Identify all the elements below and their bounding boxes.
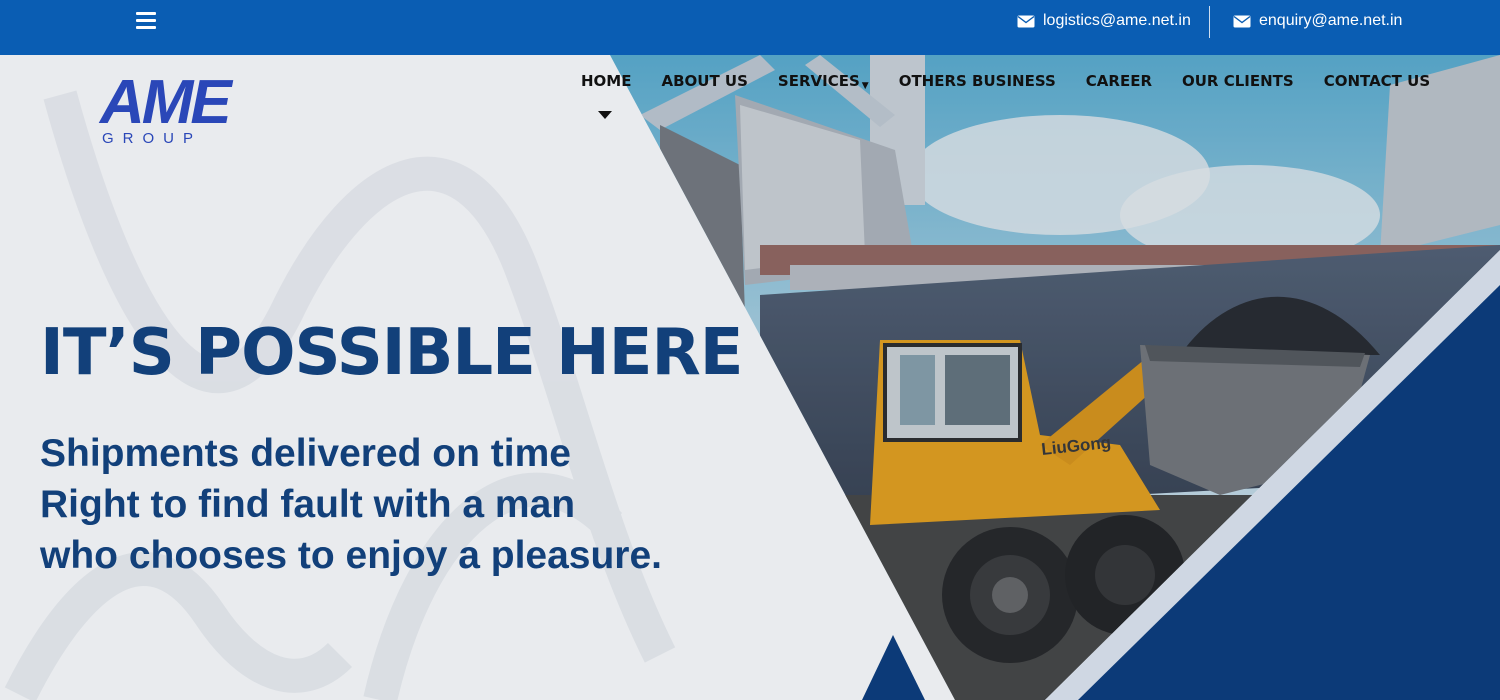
- contact-email-label[interactable]: logistics@ame.net.in: [1043, 12, 1191, 30]
- envelope-icon: [1233, 15, 1251, 27]
- ame-group-logo[interactable]: AME GROUP: [100, 68, 232, 147]
- main-navigation: HOME ABOUT US SERVICES ▼ OTHERS BUSINESS …: [581, 72, 1430, 91]
- chevron-down-icon: ▼: [861, 81, 869, 91]
- nav-others-business[interactable]: OTHERS BUSINESS: [899, 72, 1056, 91]
- caret-down-icon: [598, 111, 612, 119]
- nav-career[interactable]: CAREER: [1086, 72, 1152, 91]
- contact-email-enquiry[interactable]: enquiry@ame.net.in: [1233, 12, 1402, 30]
- top-bar: logistics@ame.net.in enquiry@ame.net.in: [0, 0, 1500, 55]
- contact-email-logistics[interactable]: logistics@ame.net.in: [1017, 12, 1191, 30]
- hero-line: who chooses to enjoy a pleasure.: [40, 534, 663, 577]
- hamburger-icon[interactable]: [136, 12, 156, 30]
- nav-our-clients[interactable]: OUR CLIENTS: [1182, 72, 1294, 91]
- nav-services[interactable]: SERVICES ▼: [778, 72, 869, 91]
- nav-contact-us[interactable]: CONTACT US: [1324, 72, 1430, 91]
- hero-line: Shipments delivered on time: [40, 432, 571, 475]
- envelope-icon: [1017, 15, 1035, 27]
- nav-home[interactable]: HOME: [581, 72, 631, 91]
- contact-email-label[interactable]: enquiry@ame.net.in: [1259, 12, 1402, 30]
- hero-subtext: Shipments delivered on time Right to fin…: [40, 428, 662, 581]
- hero-headline: IT’S POSSIBLE HERE: [40, 316, 743, 390]
- hero-line: Right to find fault with a man: [40, 483, 576, 526]
- topbar-divider: [1209, 6, 1210, 38]
- logo-mark: AME: [100, 68, 232, 137]
- nav-about-us[interactable]: ABOUT US: [661, 72, 747, 91]
